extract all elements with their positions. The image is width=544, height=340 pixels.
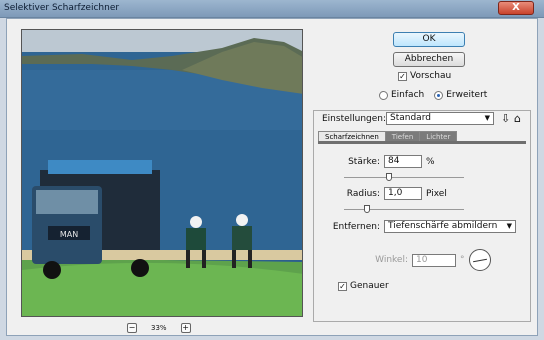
- ok-button[interactable]: OK: [393, 32, 465, 47]
- delete-settings-icon[interactable]: ⌂: [514, 112, 521, 125]
- strength-label: Stärke:: [348, 156, 380, 167]
- radius-input[interactable]: 1,0: [384, 187, 422, 200]
- title-bar: Selektiver Scharfzeichner X: [0, 0, 544, 18]
- angle-unit: °: [460, 255, 465, 265]
- more-accurate-checkbox[interactable]: ✓ Genauer: [338, 281, 389, 291]
- remove-dropdown[interactable]: Tiefenschärfe abmildern ▼: [384, 220, 516, 233]
- save-settings-icon[interactable]: ⇩: [501, 112, 510, 125]
- window-title: Selektiver Scharfzeichner: [4, 3, 120, 13]
- truck: MAN: [32, 160, 160, 279]
- dialog: MAN − 33% + OK Abbrechen ✓ Vorschau Einf…: [6, 18, 538, 336]
- preview-checkbox[interactable]: ✓ Vorschau: [398, 71, 451, 81]
- radius-row: Radius: 1,0 Pixel: [330, 187, 447, 200]
- preview-label: Vorschau: [410, 71, 452, 81]
- remove-value: Tiefenschärfe abmildern: [388, 221, 498, 231]
- cancel-button[interactable]: Abbrechen: [393, 52, 465, 67]
- zoom-out-button[interactable]: −: [127, 323, 137, 333]
- checkmark-icon: ✓: [338, 281, 347, 291]
- angle-row: Winkel: 10 °: [374, 249, 491, 271]
- angle-input[interactable]: 10: [412, 253, 456, 267]
- strength-unit: %: [426, 156, 435, 167]
- mode-radio-group: Einfach Erweitert: [379, 90, 487, 100]
- strength-slider[interactable]: [344, 173, 464, 181]
- strength-row: Stärke: 84 %: [330, 155, 435, 168]
- angle-label: Winkel:: [375, 255, 408, 265]
- settings-dropdown[interactable]: Standard ▼: [386, 112, 494, 125]
- close-button[interactable]: X: [498, 1, 534, 15]
- radius-slider-thumb[interactable]: [364, 205, 370, 213]
- preview-photo: MAN: [22, 30, 302, 316]
- tab-divider: [318, 141, 526, 144]
- truck-logo: MAN: [60, 230, 78, 239]
- mode-advanced-radio[interactable]: Erweitert: [434, 90, 487, 100]
- settings-value: Standard: [390, 113, 431, 123]
- remove-label: Entfernen:: [332, 221, 380, 232]
- radio-on-icon: [434, 90, 444, 100]
- strength-input[interactable]: 84: [384, 155, 422, 168]
- zoom-controls: − 33% +: [127, 322, 191, 334]
- strength-slider-thumb[interactable]: [386, 173, 392, 181]
- angle-dial[interactable]: [468, 249, 491, 271]
- settings-group: Einstellungen: Standard ▼ ⇩ ⌂ Scharfzeic…: [313, 110, 531, 322]
- more-accurate-label: Genauer: [350, 281, 389, 291]
- radius-label: Radius:: [346, 188, 380, 199]
- remove-row: Entfernen: Tiefenschärfe abmildern ▼: [330, 220, 516, 233]
- radius-unit: Pixel: [426, 188, 447, 199]
- preview-image[interactable]: MAN: [21, 29, 303, 317]
- zoom-in-button[interactable]: +: [180, 323, 191, 333]
- radius-slider[interactable]: [344, 205, 464, 213]
- settings-label: Einstellungen:: [320, 114, 389, 124]
- radio-off-icon: [379, 90, 388, 100]
- mode-simple-label: Einfach: [391, 90, 425, 100]
- chevron-down-icon: ▼: [506, 222, 512, 230]
- checkmark-icon: ✓: [398, 71, 407, 81]
- chevron-down-icon: ▼: [484, 114, 490, 122]
- mode-advanced-label: Erweitert: [446, 90, 488, 100]
- mode-simple-radio[interactable]: Einfach: [379, 90, 424, 100]
- zoom-level: 33%: [151, 324, 167, 332]
